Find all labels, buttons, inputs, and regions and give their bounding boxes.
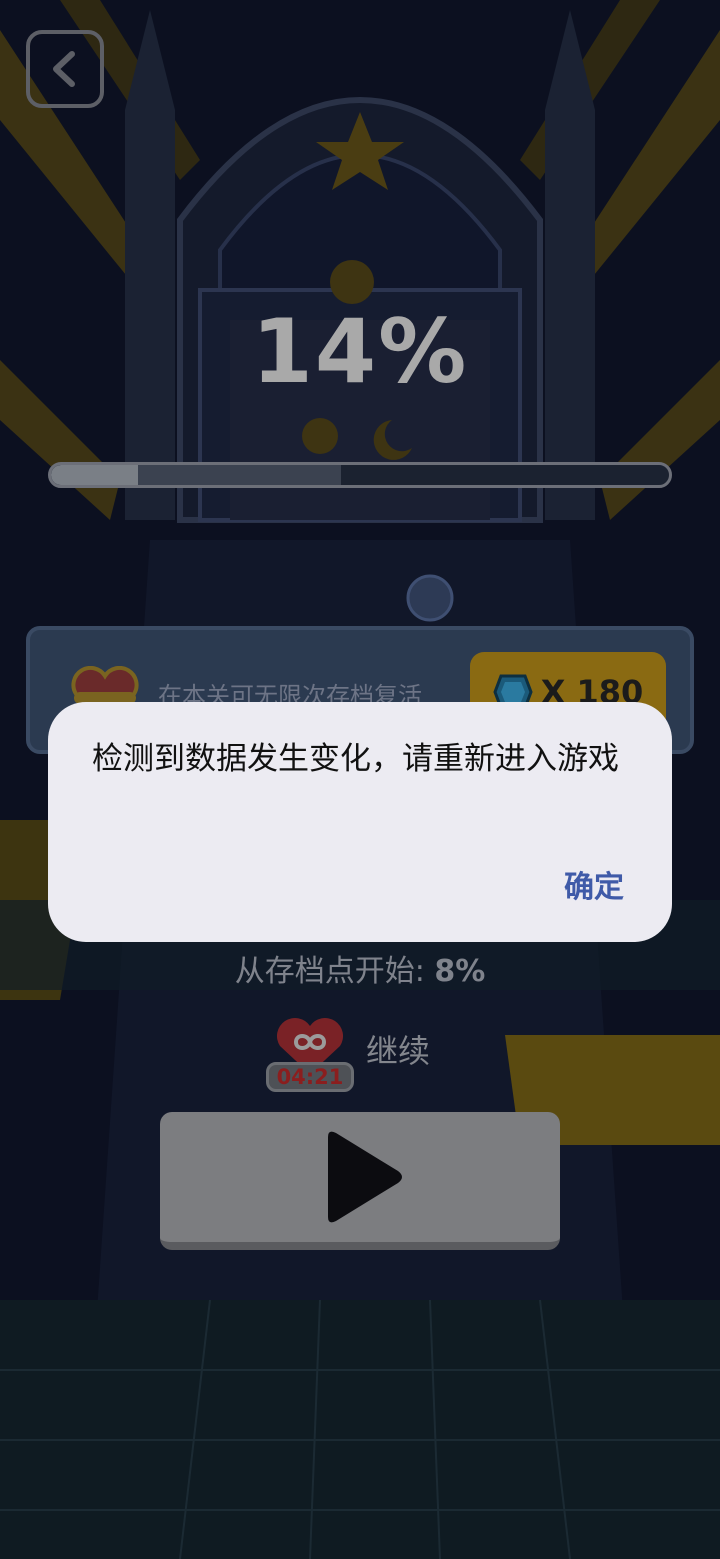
data-changed-dialog: 检测到数据发生变化，请重新进入游戏 确定 (48, 702, 672, 942)
ok-button[interactable]: 确定 (564, 862, 624, 906)
dialog-message: 检测到数据发生变化，请重新进入游戏 (92, 741, 619, 777)
